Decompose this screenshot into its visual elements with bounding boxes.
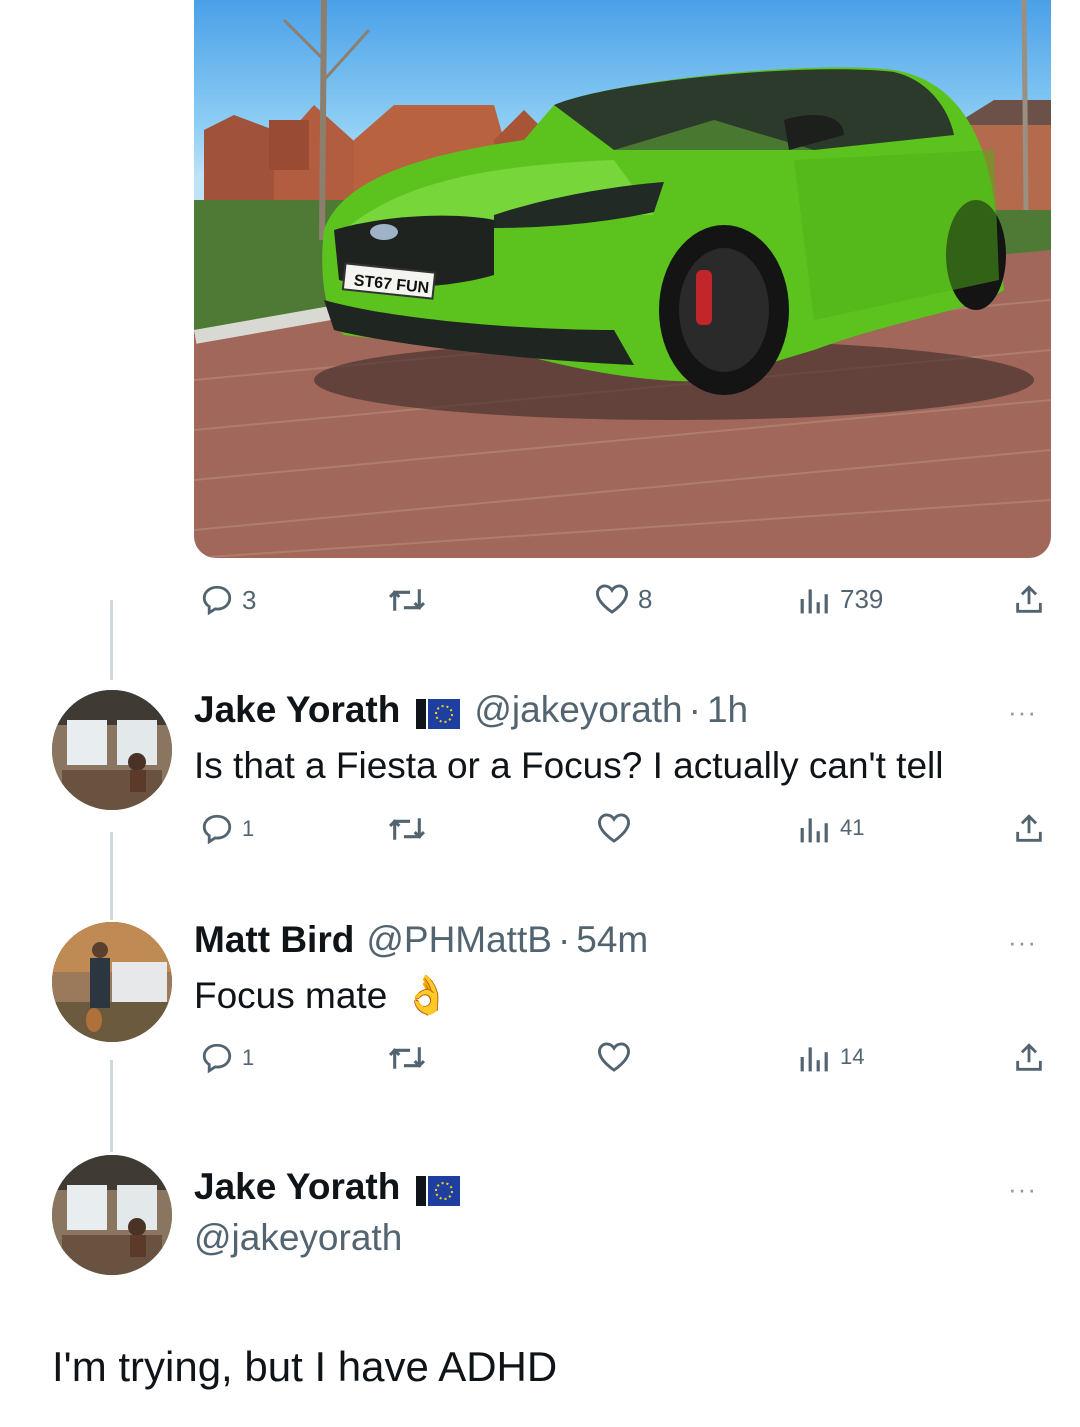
username[interactable]: @jakeyorath xyxy=(194,1216,402,1260)
reply-count: 3 xyxy=(242,584,257,615)
post-action-bar: 3 8 739 xyxy=(194,583,1050,629)
display-name[interactable]: Jake Yorath xyxy=(194,1165,400,1209)
tweet-header: Jake Yorath @jakeyorath · 1h xyxy=(194,688,748,732)
eu-flag-icon xyxy=(416,695,461,729)
like-button[interactable] xyxy=(596,812,632,844)
reply-icon xyxy=(202,1043,232,1074)
share-button[interactable] xyxy=(1012,1041,1046,1075)
username[interactable]: @PHMattB xyxy=(366,918,552,962)
meme-caption: I'm trying, but I have ADHD xyxy=(52,1343,558,1390)
view-count: 739 xyxy=(840,583,884,614)
share-icon xyxy=(1016,585,1042,613)
view-count: 41 xyxy=(840,815,865,840)
more-options-icon[interactable]: ··· xyxy=(1008,697,1037,728)
avatar-image xyxy=(52,1155,172,1275)
post-image[interactable]: ST67 FUN xyxy=(194,0,1051,558)
reply-icon xyxy=(202,585,232,616)
display-name[interactable]: Jake Yorath xyxy=(194,688,400,732)
more-options-icon[interactable]: ··· xyxy=(1008,1174,1037,1205)
reply-icon xyxy=(202,814,232,845)
reply-action-bar: 1 41 xyxy=(194,812,1050,858)
thread-line xyxy=(110,1060,113,1152)
views-icon xyxy=(800,589,828,614)
retweet-button[interactable] xyxy=(387,1041,427,1075)
views-button[interactable]: 739 xyxy=(798,583,883,615)
reply-button[interactable]: 1 xyxy=(200,1041,254,1075)
retweet-icon xyxy=(388,818,426,840)
share-icon xyxy=(1016,814,1042,842)
reply-action-bar: 1 14 xyxy=(194,1041,1050,1087)
view-count: 14 xyxy=(840,1044,865,1069)
avatar[interactable] xyxy=(52,922,172,1042)
heart-icon xyxy=(597,813,631,843)
reply-button[interactable]: 3 xyxy=(200,583,256,617)
reply-count: 1 xyxy=(242,1045,255,1070)
views-button[interactable]: 14 xyxy=(798,1041,864,1073)
avatar-image xyxy=(52,690,172,810)
avatar[interactable] xyxy=(52,690,172,810)
share-icon xyxy=(1016,1043,1042,1071)
views-button[interactable]: 41 xyxy=(798,812,864,844)
like-button[interactable]: 8 xyxy=(594,583,652,615)
retweet-icon xyxy=(388,589,426,611)
share-button[interactable] xyxy=(1012,812,1046,846)
display-name[interactable]: Matt Bird xyxy=(194,918,354,962)
tweet-header: Matt Bird @PHMattB · 54m xyxy=(194,918,648,962)
tweet-text: Focus mate xyxy=(194,975,388,1016)
heart-icon xyxy=(597,1042,631,1072)
like-count: 8 xyxy=(638,583,653,614)
retweet-button[interactable] xyxy=(387,812,427,846)
separator-dot: · xyxy=(557,919,571,960)
retweet-button[interactable] xyxy=(387,583,427,617)
reply-count: 1 xyxy=(242,816,255,841)
views-icon xyxy=(800,1047,828,1072)
tweet-text: Is that a Fiesta or a Focus? I actually … xyxy=(194,745,944,786)
views-icon xyxy=(800,818,828,843)
timestamp[interactable]: 54m xyxy=(576,918,648,962)
avatar[interactable] xyxy=(52,1155,172,1275)
ok-hand-emoji: 👌 xyxy=(403,975,451,1017)
more-options-icon[interactable]: ··· xyxy=(1008,927,1037,958)
tweet-header: Jake Yorath xyxy=(194,1165,474,1209)
separator-dot: · xyxy=(688,689,701,730)
thread-line xyxy=(110,600,113,680)
retweet-icon xyxy=(388,1047,426,1069)
like-button[interactable] xyxy=(596,1041,632,1073)
car-photo: ST67 FUN xyxy=(194,0,1051,558)
avatar-image xyxy=(52,922,172,1042)
tweet-text-row: Focus mate 👌 xyxy=(194,974,451,1018)
reply-button[interactable]: 1 xyxy=(200,812,254,846)
username[interactable]: @jakeyorath xyxy=(474,688,682,732)
timestamp[interactable]: 1h xyxy=(707,688,748,732)
eu-flag-icon xyxy=(416,1172,461,1206)
thread-line xyxy=(110,832,113,920)
share-button[interactable] xyxy=(1012,583,1046,617)
heart-icon xyxy=(595,584,629,614)
